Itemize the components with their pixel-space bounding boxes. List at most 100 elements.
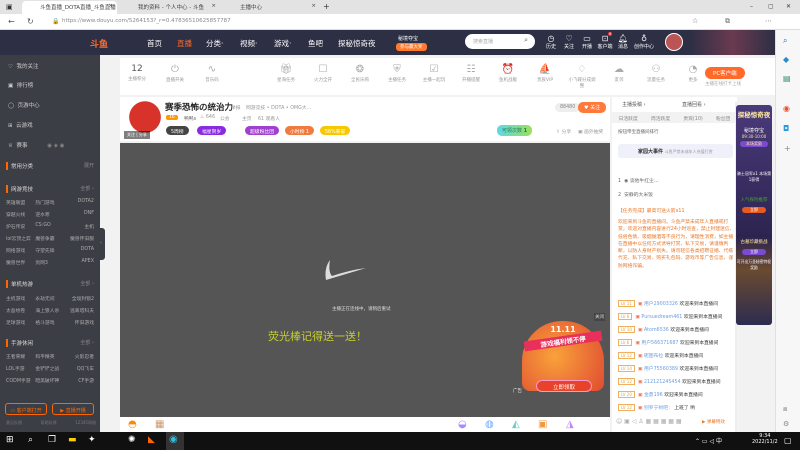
gift-icon[interactable]: ◮ [566,419,574,430]
fan-club-badge[interactable]: 超级粉丝团 [245,126,279,135]
game-link[interactable]: LOL手游 [6,365,35,372]
follow-button[interactable]: ♥ 关注 [578,102,607,113]
app-icon[interactable]: ✺ [128,435,136,445]
edge-browser-icon[interactable]: ◉ [166,432,184,450]
close-tab-icon[interactable]: × [108,3,113,9]
game-link[interactable]: 和平精英 [35,353,64,360]
tray-icons[interactable]: ⌃ ▭ ◁ 中 [695,436,722,445]
search-input[interactable]: 搜索直播 ⌕ [465,34,535,49]
app-icon[interactable]: ✦ [88,435,96,445]
game-link[interactable]: 怀旧游戏 [65,319,94,326]
tab-actions-icon[interactable]: ▣ [6,3,13,11]
report-link[interactable]: 举报 [231,104,241,111]
toolbar-item[interactable]: ❂ 全民乐购 [345,64,375,83]
game-link[interactable]: DOTA2 [65,199,94,206]
tab-weekly[interactable]: 周活跃度 [651,115,670,123]
tab-profile[interactable]: 我的资料 - 个人中心 - 斗鱼 × [120,1,220,14]
search-icon[interactable]: ⌕ [783,36,787,46]
expand-link[interactable]: 展开 [84,162,94,169]
game-link[interactable]: 魔兽怀旧服 [65,235,94,242]
close-tab-icon[interactable]: × [311,3,316,9]
follow-button[interactable]: ♡ 关注 [560,34,578,50]
start-broadcast-button[interactable]: ▶ 直播开播 [52,403,94,415]
game-link[interactable]: 暗黑破坏神 [35,377,64,384]
game-link[interactable]: CODM手游 [6,377,35,384]
game-link[interactable]: 全境封锁2 [65,295,94,302]
outlook-icon[interactable]: ◘ [783,124,789,133]
anchor-name[interactable]: 鸭鸭s [184,115,196,122]
file-explorer-icon[interactable]: ▬ [68,435,77,445]
guild-link[interactable]: 公会 [220,115,230,122]
rank-item[interactable]: 1 ◉ 谈他牛红尘... [618,177,658,184]
toolbar-item[interactable]: ♢ 小飞碟分成调整 [567,64,597,89]
game-link[interactable]: 海上狼人杀 [35,307,64,314]
user-avatar[interactable] [665,33,683,51]
nav-category[interactable]: 分类· [206,38,223,49]
notifications-icon[interactable]: ▢ [784,436,792,445]
game-link[interactable]: 王者荣耀 [6,353,35,360]
messages-button[interactable]: 🔔︎ 消息 [614,34,632,50]
sidebar-item-webgame[interactable]: ◯ 页游中心 [8,101,40,109]
game-link[interactable]: 守望先锋 [35,247,64,254]
gift-icon[interactable]: ◭ [512,419,520,430]
chat-username[interactable]: 别罗宁树吧： [644,406,673,411]
game-link[interactable]: 剑网3 [35,259,64,266]
toolbar-item[interactable]: ⏰ 鱼机战舰 [493,64,523,83]
honor-badge[interactable]: 56%荣誉 [320,126,351,135]
chat-username[interactable]: 金鼎196 [644,393,663,398]
toolbar-item[interactable]: 🎁︎ 星海任务 [271,64,301,83]
close-window-button[interactable]: ✕ [786,3,791,10]
maximize-button[interactable]: ▢ [768,3,774,10]
share-button[interactable]: ⇪ 分享 [556,128,571,135]
nav-live[interactable]: 直播 [177,38,192,49]
gift-icon[interactable]: ◒ [458,419,467,430]
chat-username[interactable]: 用户75560389 [644,367,678,372]
settings-icon[interactable]: ⚙ [783,420,789,428]
chat-username[interactable]: 用户566371687 [641,341,678,346]
promo-badge[interactable]: 参与赢大奖 [396,43,427,51]
tab-fans[interactable]: 粉丝团 [716,115,730,123]
promo-title[interactable]: 秘境夺宝 [398,35,418,42]
all-link[interactable]: 全部 › [80,339,94,346]
collections-icon[interactable]: ⧉ [725,17,730,26]
chat-username[interactable]: 用户29003326 [644,302,678,307]
chat-tools[interactable]: ☺ ▣ ◁ ♙ ▦ ▦ ▦ ▦ ▦ [616,418,682,425]
search-icon[interactable]: ⌕ [28,435,33,445]
clock[interactable]: 9:34 2022/11/2 [752,433,778,445]
new-tab-button[interactable]: + [323,2,330,11]
toolbar-item[interactable]: ☑ 主播一起玩 [419,64,449,83]
history-button[interactable]: ◷ 历史 [542,34,560,50]
game-link[interactable]: 魔兽争霸 [35,235,64,242]
toolbar-item[interactable]: ☐ 火力全开 [308,64,338,83]
game-link[interactable]: 主机游戏 [6,295,35,302]
game-link[interactable]: APEX [65,259,95,266]
gift-icon[interactable]: ◍ [485,419,494,430]
search-icon[interactable]: ⌕ [524,36,528,45]
game-link[interactable]: QQ飞车 [65,365,94,372]
close-tab-icon[interactable]: × [211,3,216,9]
favorites-icon[interactable]: ☆ [692,17,698,25]
game-link[interactable]: DOTA [65,247,94,254]
game-link[interactable]: CS:GO [35,223,64,230]
video-player[interactable]: 主播正在连线中，请稍后重试 荧光棒记得送一送！ 11.11 游戏福利领不停 立即… [120,143,610,417]
toolbar-item[interactable]: ⛵ 贵族VIP [530,64,560,83]
task-button[interactable]: 可领次数 1 [497,125,533,136]
avatar-actions[interactable]: 关注 | 分享 [124,131,150,139]
office-icon[interactable]: ◉ [783,104,790,113]
chat-username[interactable]: Atom6536 [644,328,669,333]
tab-vip[interactable]: 贵宾(10) [683,115,702,123]
game-link[interactable]: 火影忍者 [65,353,94,360]
anchor-posts-link[interactable]: 主播投稿 › [622,101,646,108]
danmu-effect-button[interactable]: ▶ 弹幕特效 [702,419,725,425]
client-button[interactable]: ⊡ 客户端 [596,34,614,50]
game-link[interactable]: DNF [65,211,94,218]
sidebar-item-cloudgame[interactable]: ⊞ 云游戏 [8,121,33,129]
gift-icon[interactable]: ◓ [128,419,137,430]
hour-rank-badge[interactable]: 小时榜 1 [285,126,314,135]
more-icon[interactable]: ⋯ [765,17,772,25]
sidebar-item-events[interactable]: ♕ 赛事 ◉ ◈ ◉ [8,141,65,149]
game-link[interactable]: 逆水寒 [35,211,64,218]
screenshot-icon[interactable]: ⧈ [783,405,787,414]
douyu-app-icon[interactable]: ◣ [148,435,155,445]
collapse-sidebar-handle[interactable]: ‹ [100,228,105,260]
